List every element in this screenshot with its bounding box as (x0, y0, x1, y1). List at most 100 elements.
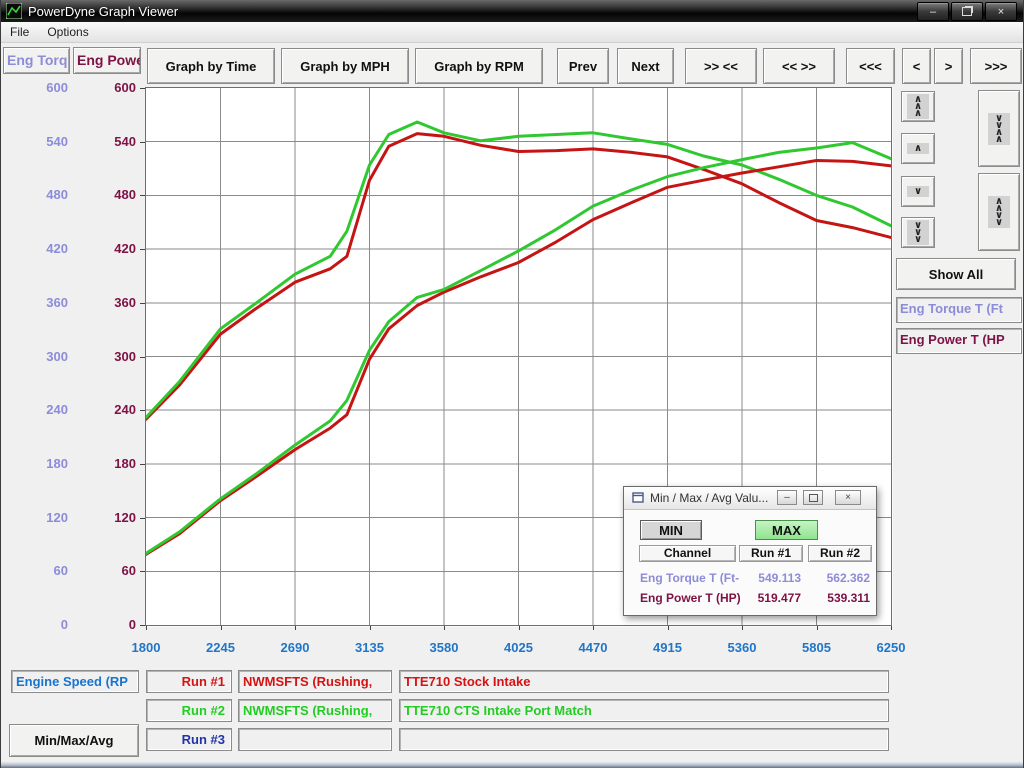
minimize-icon[interactable]: – (917, 2, 949, 21)
popup-title-bar[interactable]: Min / Max / Avg Valu... – × (624, 487, 876, 510)
show-all-button[interactable]: Show All (896, 258, 1016, 290)
toolbar-button-graph-by-rpm[interactable]: Graph by RPM (415, 48, 543, 84)
popup-header-run1[interactable]: Run #1 (739, 545, 803, 562)
toolbar-button-btn[interactable]: < (902, 48, 931, 84)
x-channel-box[interactable]: Engine Speed (RP (11, 670, 139, 693)
run3-label-box: Run #3 (146, 728, 232, 751)
minmax-popup-window: Min / Max / Avg Valu... – × MIN MAX Chan… (623, 486, 877, 616)
torque-axis-button[interactable]: Eng Torq (3, 47, 70, 74)
ytick-mark (140, 357, 145, 358)
run2-desc-box[interactable]: TTE710 CTS Intake Port Match (399, 699, 889, 722)
popup-header-run2[interactable]: Run #2 (808, 545, 872, 562)
chevron-down-button[interactable]: ∨ (901, 176, 935, 207)
chevrons-out-vertical-button[interactable]: ∧∧∨∨ (978, 173, 1020, 251)
menu-bar: File Options (1, 22, 1023, 43)
chevron-glyph: ∨ (914, 236, 922, 243)
run3-desc-box[interactable] (399, 728, 889, 751)
ytick-power-420: 420 (73, 241, 136, 256)
run2-file-box: NWMSFTS (Rushing, (238, 699, 392, 722)
xtick-rpm-4915: 4915 (638, 640, 698, 655)
xtick-rpm-2690: 2690 (265, 640, 325, 655)
minmaxavg-button[interactable]: Min/Max/Avg (9, 724, 139, 757)
ytick-power-360: 360 (73, 295, 136, 310)
menu-options[interactable]: Options (38, 22, 97, 42)
ytick-mark (140, 195, 145, 196)
restore-icon[interactable] (951, 2, 983, 21)
chevrons-out-vertical-icon: ∧∧∨∨ (988, 196, 1010, 228)
popup-torque-run1-max: 549.113 (739, 571, 801, 585)
power-axis-button[interactable]: Eng Powe (73, 47, 141, 74)
xtick-rpm-6250: 6250 (861, 640, 921, 655)
popup-window-icon (632, 492, 645, 504)
run2-label-box: Run #2 (146, 699, 232, 722)
toolbar-button-btn[interactable]: > (934, 48, 963, 84)
app-window: PowerDyne Graph Viewer – × File Options … (0, 0, 1024, 768)
xtick-rpm-3580: 3580 (414, 640, 474, 655)
ytick-mark (140, 88, 145, 89)
toolbar-button-btn[interactable]: <<< (846, 48, 895, 84)
ytick-mark (140, 410, 145, 411)
max-button[interactable]: MAX (755, 520, 818, 540)
run3-file-box (238, 728, 392, 751)
ytick-power-600: 600 (73, 80, 136, 95)
toolbar-button-btn[interactable]: << >> (763, 48, 835, 84)
chevrons-in-vertical-button[interactable]: ∨∨∧∧ (978, 90, 1020, 167)
popup-power-run1-max: 519.477 (739, 591, 801, 605)
ytick-mark (140, 518, 145, 519)
close-icon[interactable]: × (985, 2, 1017, 21)
run1-desc-box[interactable]: TTE710 Stock Intake (399, 670, 889, 693)
toolbar-button-btn[interactable]: >> << (685, 48, 757, 84)
xtick-rpm-2245: 2245 (191, 640, 251, 655)
xtick-mark (891, 626, 892, 630)
min-button[interactable]: MIN (640, 520, 702, 540)
chevron-down-icon: ∨ (907, 186, 929, 197)
xtick-rpm-4025: 4025 (489, 640, 549, 655)
ytick-torque-600: 600 (1, 80, 68, 95)
xtick-mark (742, 626, 743, 630)
toolbar-button-btn[interactable]: >>> (970, 48, 1022, 84)
xtick-mark (146, 626, 147, 630)
run1-file-box: NWMSFTS (Rushing, (238, 670, 392, 693)
popup-torque-channel: Eng Torque T (Ft- (640, 571, 748, 585)
ytick-power-0: 0 (73, 617, 136, 632)
xtick-mark (221, 626, 222, 630)
xtick-mark (370, 626, 371, 630)
xtick-mark (668, 626, 669, 630)
ytick-power-240: 240 (73, 402, 136, 417)
popup-power-run2-max: 539.311 (808, 591, 870, 605)
power-channel-box[interactable]: Eng Power T (HP (896, 328, 1022, 354)
chevron-glyph: ∧ (914, 110, 922, 117)
ytick-power-480: 480 (73, 187, 136, 202)
popup-title: Min / Max / Avg Valu... (650, 491, 768, 505)
ytick-power-300: 300 (73, 349, 136, 364)
run1-label-box: Run #1 (146, 670, 232, 693)
title-bar: PowerDyne Graph Viewer – × (1, 0, 1023, 22)
ytick-torque-60: 60 (1, 563, 68, 578)
xtick-rpm-5805: 5805 (787, 640, 847, 655)
toolbar-button-prev[interactable]: Prev (557, 48, 609, 84)
ytick-power-180: 180 (73, 456, 136, 471)
torque-channel-box[interactable]: Eng Torque T (Ft (896, 297, 1022, 323)
popup-close-icon[interactable]: × (835, 490, 861, 505)
xtick-mark (444, 626, 445, 630)
chevron-triple-down-button[interactable]: ∨∨∨ (901, 217, 935, 248)
ytick-power-120: 120 (73, 510, 136, 525)
chevrons-in-vertical-icon: ∨∨∧∧ (988, 113, 1010, 145)
popup-header-channel[interactable]: Channel (639, 545, 736, 562)
ytick-torque-540: 540 (1, 134, 68, 149)
chevron-triple-up-icon: ∧∧∧ (907, 94, 929, 119)
toolbar-button-graph-by-mph[interactable]: Graph by MPH (281, 48, 409, 84)
popup-minimize-icon[interactable]: – (777, 490, 797, 505)
ytick-torque-360: 360 (1, 295, 68, 310)
popup-restore-icon[interactable] (803, 490, 823, 505)
ytick-mark (140, 303, 145, 304)
popup-torque-run2-max: 562.362 (808, 571, 870, 585)
window-bottom-border (1, 761, 1023, 768)
chevron-triple-up-button[interactable]: ∧∧∧ (901, 91, 935, 122)
menu-file[interactable]: File (1, 22, 38, 42)
xtick-mark (295, 626, 296, 630)
toolbar-button-graph-by-time[interactable]: Graph by Time (147, 48, 275, 84)
toolbar-button-next[interactable]: Next (617, 48, 674, 84)
chevron-up-button[interactable]: ∧ (901, 133, 935, 164)
ytick-mark (140, 571, 145, 572)
